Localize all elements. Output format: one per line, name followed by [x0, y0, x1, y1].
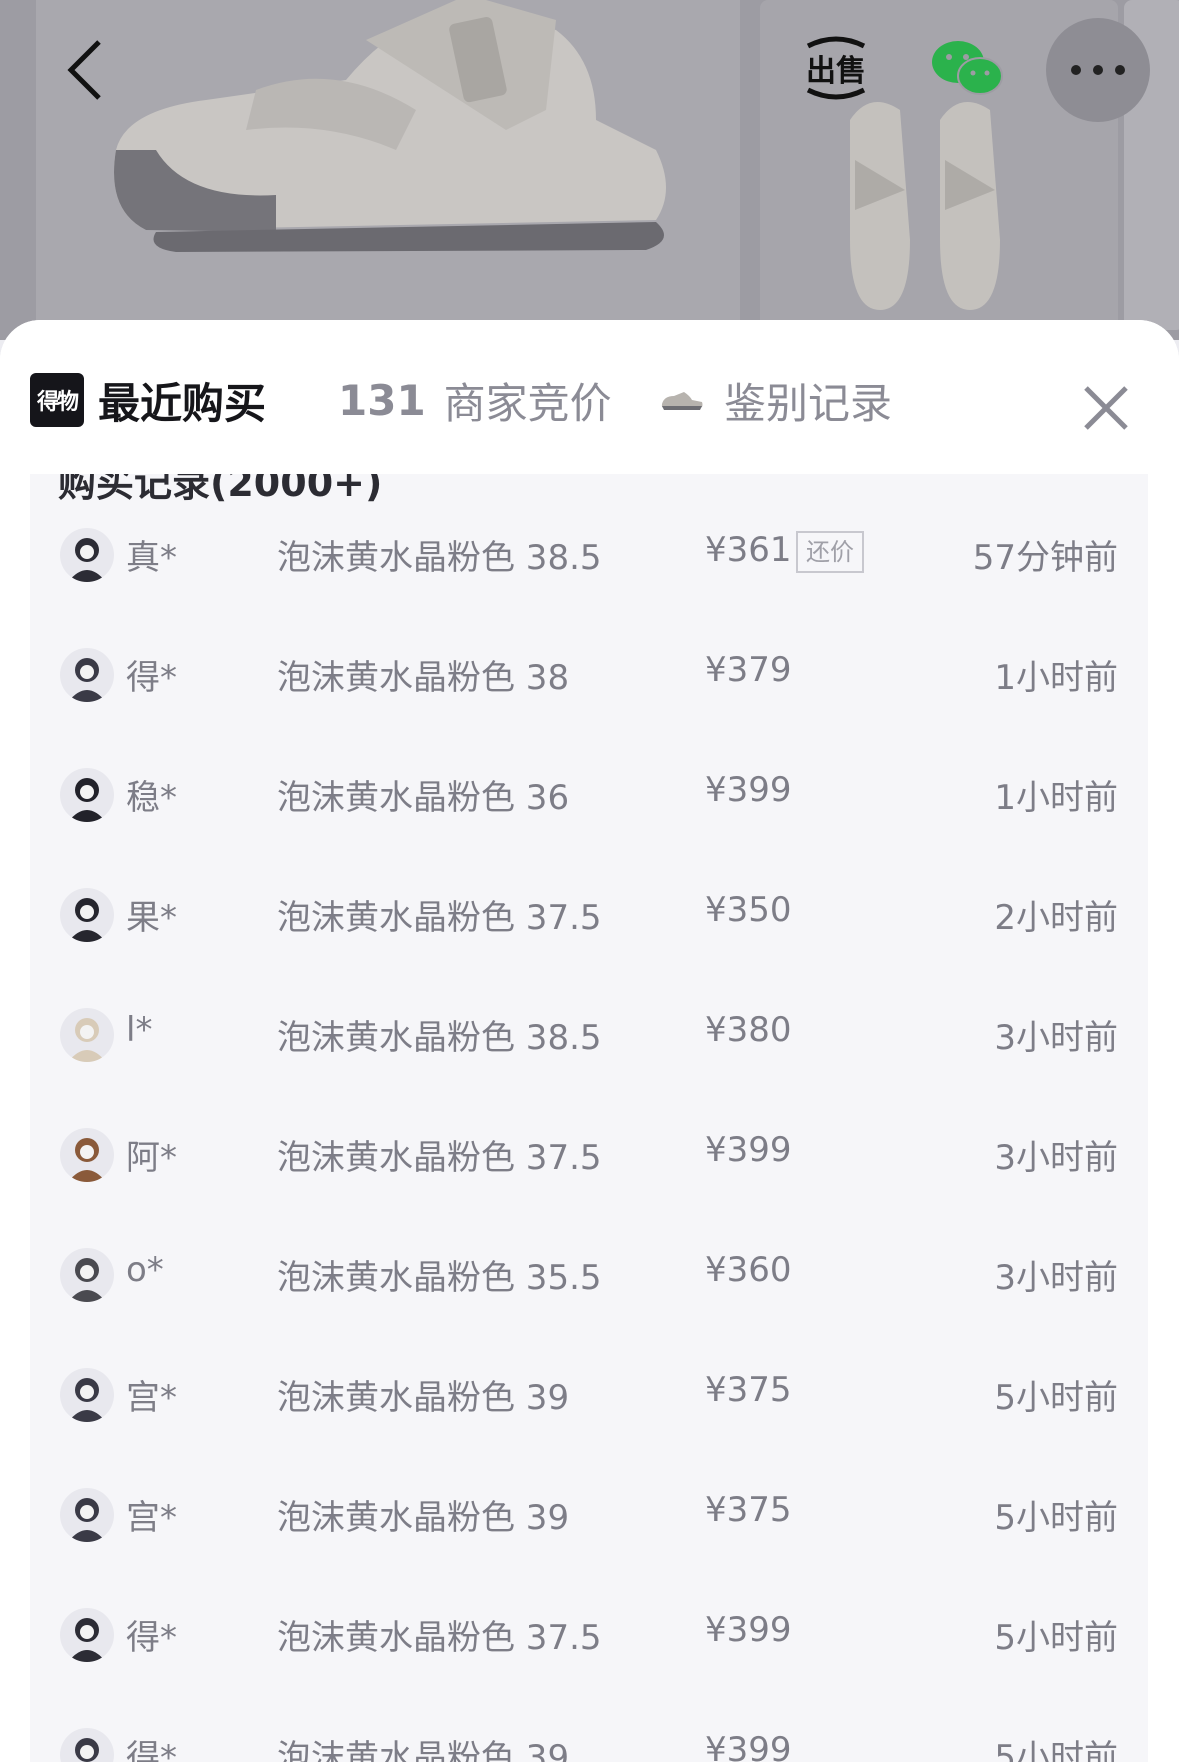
item-spec: 泡沫黄水晶粉色 38.5	[277, 1018, 602, 1058]
sneaker-icon	[661, 392, 703, 410]
timestamp: 2小时前	[994, 898, 1118, 938]
list-item[interactable]: 真* 泡沫黄水晶粉色 38.5 ¥361 还价 57分钟前	[30, 494, 1148, 614]
buyer-name: 得*	[126, 1618, 177, 1658]
bargain-badge: 还价	[796, 531, 864, 573]
list-item[interactable]: 宫* 泡沫黄水晶粉色 39 ¥375 5小时前	[30, 1454, 1148, 1574]
buyer-name: 阿*	[126, 1138, 177, 1178]
avatar	[60, 888, 114, 942]
avatar	[60, 1368, 114, 1422]
item-spec: 泡沫黄水晶粉色 37.5	[277, 1618, 602, 1658]
avatar	[60, 1248, 114, 1302]
timestamp: 5小时前	[994, 1618, 1118, 1658]
buyer-name: l*	[126, 1010, 153, 1050]
sell-label: 出售	[806, 54, 866, 89]
price: ¥399	[705, 1730, 792, 1762]
timestamp: 5小时前	[994, 1498, 1118, 1538]
chevron-left-icon	[67, 40, 101, 100]
timestamp: 5小时前	[994, 1738, 1118, 1762]
list-item[interactable]: 阿* 泡沫黄水晶粉色 37.5 ¥399 3小时前	[30, 1094, 1148, 1214]
item-spec: 泡沫黄水晶粉色 37.5	[277, 1138, 602, 1178]
price: ¥399	[705, 1130, 792, 1170]
wechat-icon	[932, 41, 1003, 95]
item-spec: 泡沫黄水晶粉色 37.5	[277, 898, 602, 938]
product-gallery[interactable]: 出售	[0, 0, 1179, 340]
records-rows: 真* 泡沫黄水晶粉色 38.5 ¥361 还价 57分钟前 得* 泡沫黄水晶粉色…	[30, 494, 1148, 1762]
item-spec: 泡沫黄水晶粉色 35.5	[277, 1258, 602, 1298]
list-item[interactable]: l* 泡沫黄水晶粉色 38.5 ¥380 3小时前	[30, 974, 1148, 1094]
appraise-label: 鉴别记录	[724, 378, 893, 428]
avatar	[60, 648, 114, 702]
price: ¥380	[705, 1010, 792, 1050]
list-item[interactable]: o* 泡沫黄水晶粉色 35.5 ¥360 3小时前	[30, 1214, 1148, 1334]
price: ¥361	[705, 530, 792, 570]
tab-recent-label: 最近购买	[98, 378, 267, 428]
list-item[interactable]: 果* 泡沫黄水晶粉色 37.5 ¥350 2小时前	[30, 854, 1148, 974]
timestamp: 3小时前	[994, 1018, 1118, 1058]
buyer-name: 得*	[126, 1738, 177, 1762]
tab-appraisal-records[interactable]: 鉴别记录	[660, 370, 892, 430]
tab-recent-purchases[interactable]: 得物 最近购买	[30, 370, 266, 430]
sheet-tabs: 得物 最近购买 131 商家竞价 鉴别记录	[0, 320, 1179, 474]
avatar	[60, 1728, 114, 1762]
back-button[interactable]	[50, 30, 120, 110]
item-spec: 泡沫黄水晶粉色 36	[277, 778, 570, 818]
list-item[interactable]: 得* 泡沫黄水晶粉色 38 ¥379 1小时前	[30, 614, 1148, 734]
avatar	[60, 1128, 114, 1182]
purchase-records-list[interactable]: 购买记录(2000+) 真* 泡沫黄水晶粉色 38.5 ¥361 还价 57分钟…	[30, 461, 1148, 1762]
price: ¥375	[705, 1370, 792, 1410]
price: ¥399	[705, 1610, 792, 1650]
bids-label: 商家竞价	[443, 378, 612, 428]
buyer-name: 得*	[126, 658, 177, 698]
price: ¥360	[705, 1250, 792, 1290]
item-spec: 泡沫黄水晶粉色 39	[277, 1498, 570, 1538]
timestamp: 57分钟前	[972, 538, 1118, 578]
timestamp: 3小时前	[994, 1258, 1118, 1298]
more-horizontal-icon	[1071, 65, 1125, 75]
product-image-main	[36, 0, 740, 330]
close-icon	[1084, 386, 1128, 430]
list-item[interactable]: 得* 泡沫黄水晶粉色 39 ¥399 5小时前	[30, 1694, 1148, 1762]
item-spec: 泡沫黄水晶粉色 39	[277, 1738, 570, 1762]
dewu-logo-icon: 得物	[30, 373, 84, 427]
list-item[interactable]: 稳* 泡沫黄水晶粉色 36 ¥399 1小时前	[30, 734, 1148, 854]
avatar	[60, 1608, 114, 1662]
price: ¥379	[705, 650, 792, 690]
timestamp: 5小时前	[994, 1378, 1118, 1418]
buyer-name: o*	[126, 1250, 164, 1290]
timestamp: 1小时前	[994, 658, 1118, 698]
timestamp: 3小时前	[994, 1138, 1118, 1178]
timestamp: 1小时前	[994, 778, 1118, 818]
avatar	[60, 1008, 114, 1062]
bids-count: 131	[338, 375, 426, 425]
list-item[interactable]: 宫* 泡沫黄水晶粉色 39 ¥375 5小时前	[30, 1334, 1148, 1454]
close-button[interactable]	[1076, 378, 1136, 438]
buyer-name: 果*	[126, 898, 177, 938]
buyer-name: 真*	[126, 538, 177, 578]
buyer-name: 宫*	[126, 1498, 177, 1538]
list-item[interactable]: 得* 泡沫黄水晶粉色 37.5 ¥399 5小时前	[30, 1574, 1148, 1694]
wechat-share-button[interactable]	[918, 18, 1018, 118]
tab-merchant-bids[interactable]: 131 商家竞价	[338, 370, 612, 430]
price: ¥375	[705, 1490, 792, 1530]
item-spec: 泡沫黄水晶粉色 38.5	[277, 538, 602, 578]
avatar	[60, 528, 114, 582]
item-spec: 泡沫黄水晶粉色 39	[277, 1378, 570, 1418]
avatar	[60, 768, 114, 822]
buyer-name: 宫*	[126, 1378, 177, 1418]
sell-button[interactable]: 出售	[786, 18, 886, 118]
avatar	[60, 1488, 114, 1542]
buyer-name: 稳*	[126, 778, 177, 818]
item-spec: 泡沫黄水晶粉色 38	[277, 658, 570, 698]
price: ¥350	[705, 890, 792, 930]
more-button[interactable]	[1046, 18, 1150, 122]
purchase-sheet: 得物 最近购买 131 商家竞价 鉴别记录 购买记录(2000+) 真* 泡沫黄…	[0, 320, 1179, 1762]
price: ¥399	[705, 770, 792, 810]
